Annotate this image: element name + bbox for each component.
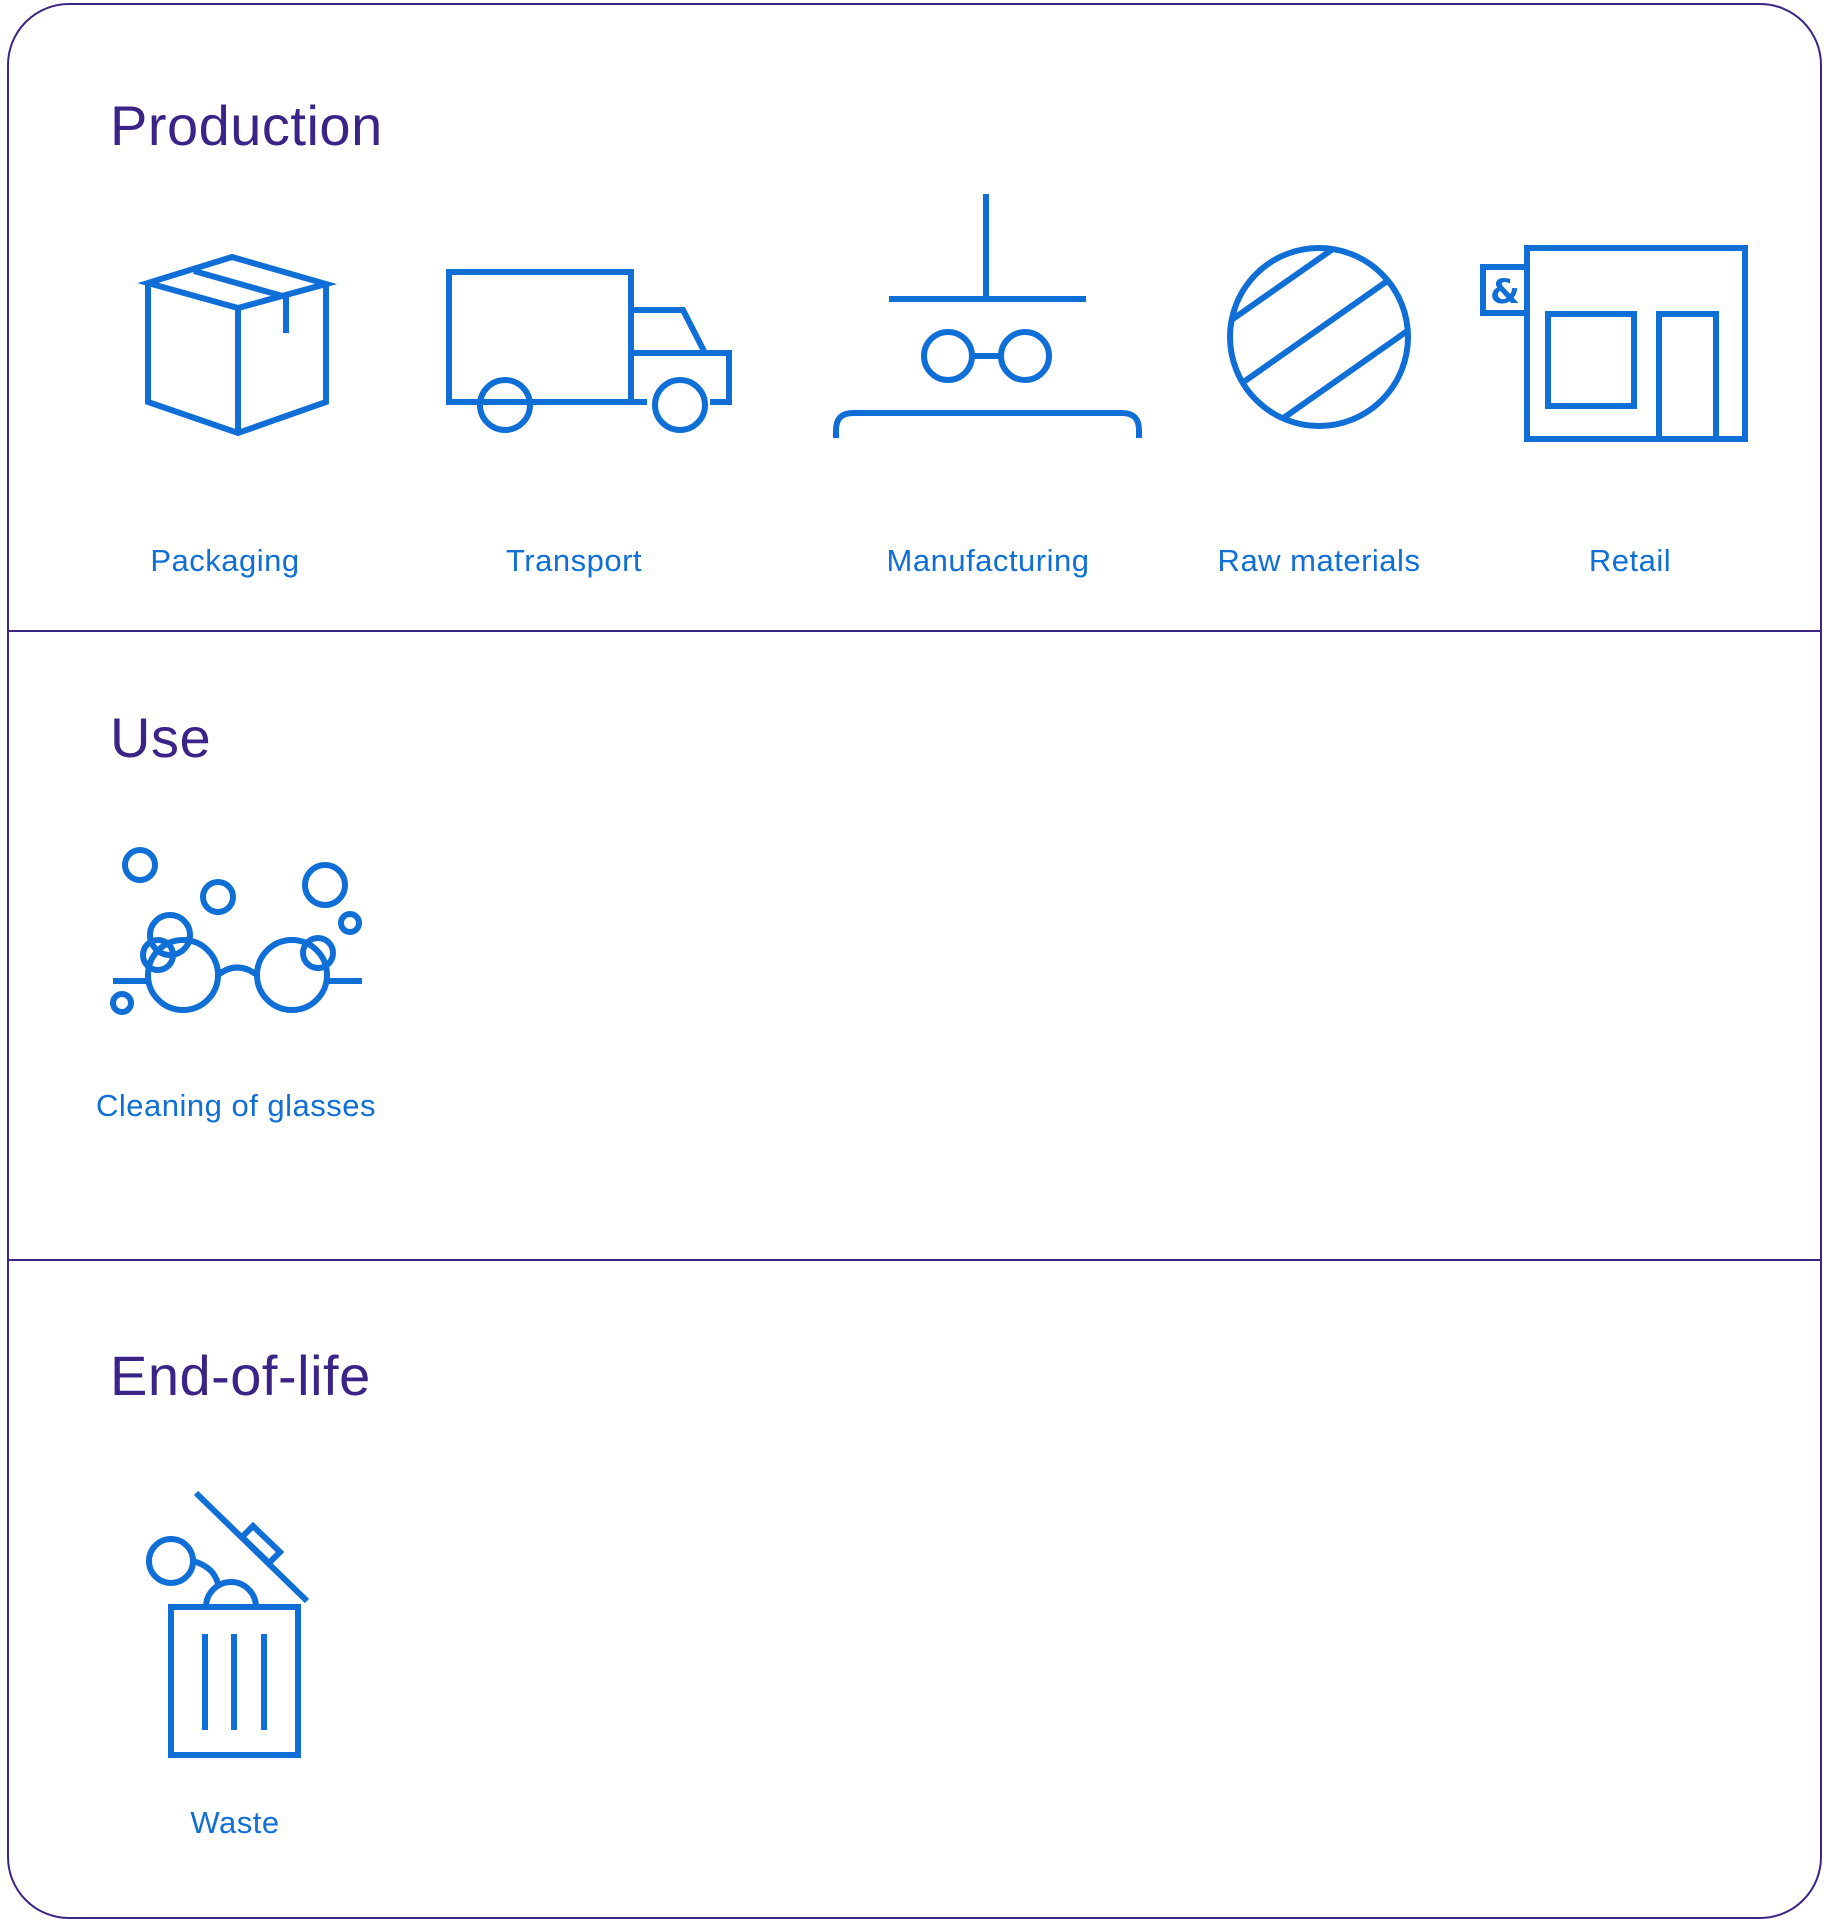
item-label-packaging: Packaging	[150, 543, 300, 578]
store-icon: &	[1480, 245, 1748, 442]
item-label-raw-materials: Raw materials	[1217, 543, 1421, 578]
manufacturing-icon	[833, 194, 1142, 438]
section-title-production: Production	[110, 94, 383, 157]
raw-materials-icon	[1227, 245, 1411, 429]
trash-bin-icon	[146, 1490, 310, 1758]
section-divider	[7, 630, 1822, 632]
item-label-retail: Retail	[1588, 543, 1672, 578]
section-title-use: Use	[110, 706, 212, 769]
box-icon	[137, 253, 338, 437]
section-divider	[7, 1259, 1822, 1261]
item-label-cleaning-of-glasses: Cleaning of glasses	[95, 1088, 377, 1123]
item-label-manufacturing: Manufacturing	[886, 543, 1090, 578]
item-label-transport: Transport	[505, 543, 643, 578]
truck-icon	[446, 269, 732, 433]
glasses-bubbles-icon	[110, 847, 362, 1015]
item-label-waste: Waste	[190, 1805, 280, 1840]
store-sign-text: &	[1490, 272, 1520, 312]
section-title-end-of-life: End-of-life	[110, 1344, 371, 1407]
